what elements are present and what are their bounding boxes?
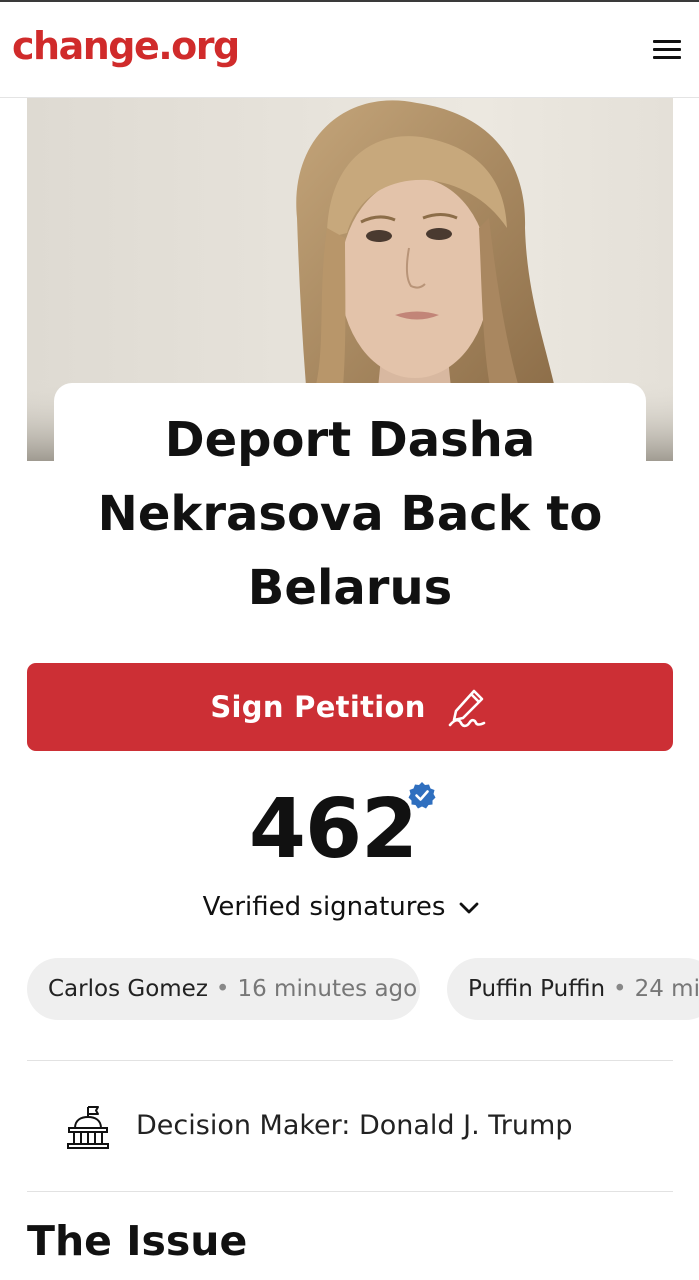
change-org-logo[interactable]: change.org <box>12 24 240 68</box>
verified-badge-icon <box>408 782 436 809</box>
pen-signature-icon <box>448 689 485 728</box>
petition-title-line-1: Deport Dasha <box>164 412 536 468</box>
separator-dot: • <box>613 976 627 1002</box>
petition-title-line-2: Nekrasova Back to <box>97 486 603 542</box>
signer-name: Carlos Gomez <box>48 976 208 1002</box>
recent-signer-pill: Puffin Puffin • 24 mi <box>447 958 699 1020</box>
site-header: change.org <box>0 2 699 98</box>
issue-heading: The Issue <box>27 1217 248 1265</box>
separator-dot: • <box>215 976 230 1002</box>
decision-maker-label: Decision Maker: Donald J. Trump <box>136 1110 573 1141</box>
signer-name: Puffin Puffin <box>468 976 606 1002</box>
recent-signer-pill: Carlos Gomez • 16 minutes ago <box>27 958 420 1020</box>
verified-signatures-toggle[interactable]: Verified signatures <box>0 892 682 922</box>
section-divider <box>27 1060 673 1061</box>
signer-time: 24 mi <box>634 976 699 1002</box>
government-building-icon <box>67 1106 109 1149</box>
petition-page: change.org Deport Dasha Nekrasova Back t… <box>0 0 699 1280</box>
petition-title-line-3: Belarus <box>247 560 453 616</box>
petition-title: Deport Dasha Nekrasova Back to Belarus <box>54 403 646 625</box>
hamburger-menu-icon[interactable] <box>650 38 684 62</box>
section-divider <box>27 1191 673 1192</box>
signature-count: 462 <box>248 782 418 877</box>
petition-title-card: Deport Dasha Nekrasova Back to Belarus <box>54 383 646 653</box>
verified-signatures-label: Verified signatures <box>202 892 446 922</box>
signer-time: 16 minutes ago <box>237 976 418 1002</box>
sign-petition-label: Sign Petition <box>210 690 426 724</box>
sign-petition-button[interactable]: Sign Petition <box>27 663 673 751</box>
chevron-down-icon <box>460 902 479 913</box>
